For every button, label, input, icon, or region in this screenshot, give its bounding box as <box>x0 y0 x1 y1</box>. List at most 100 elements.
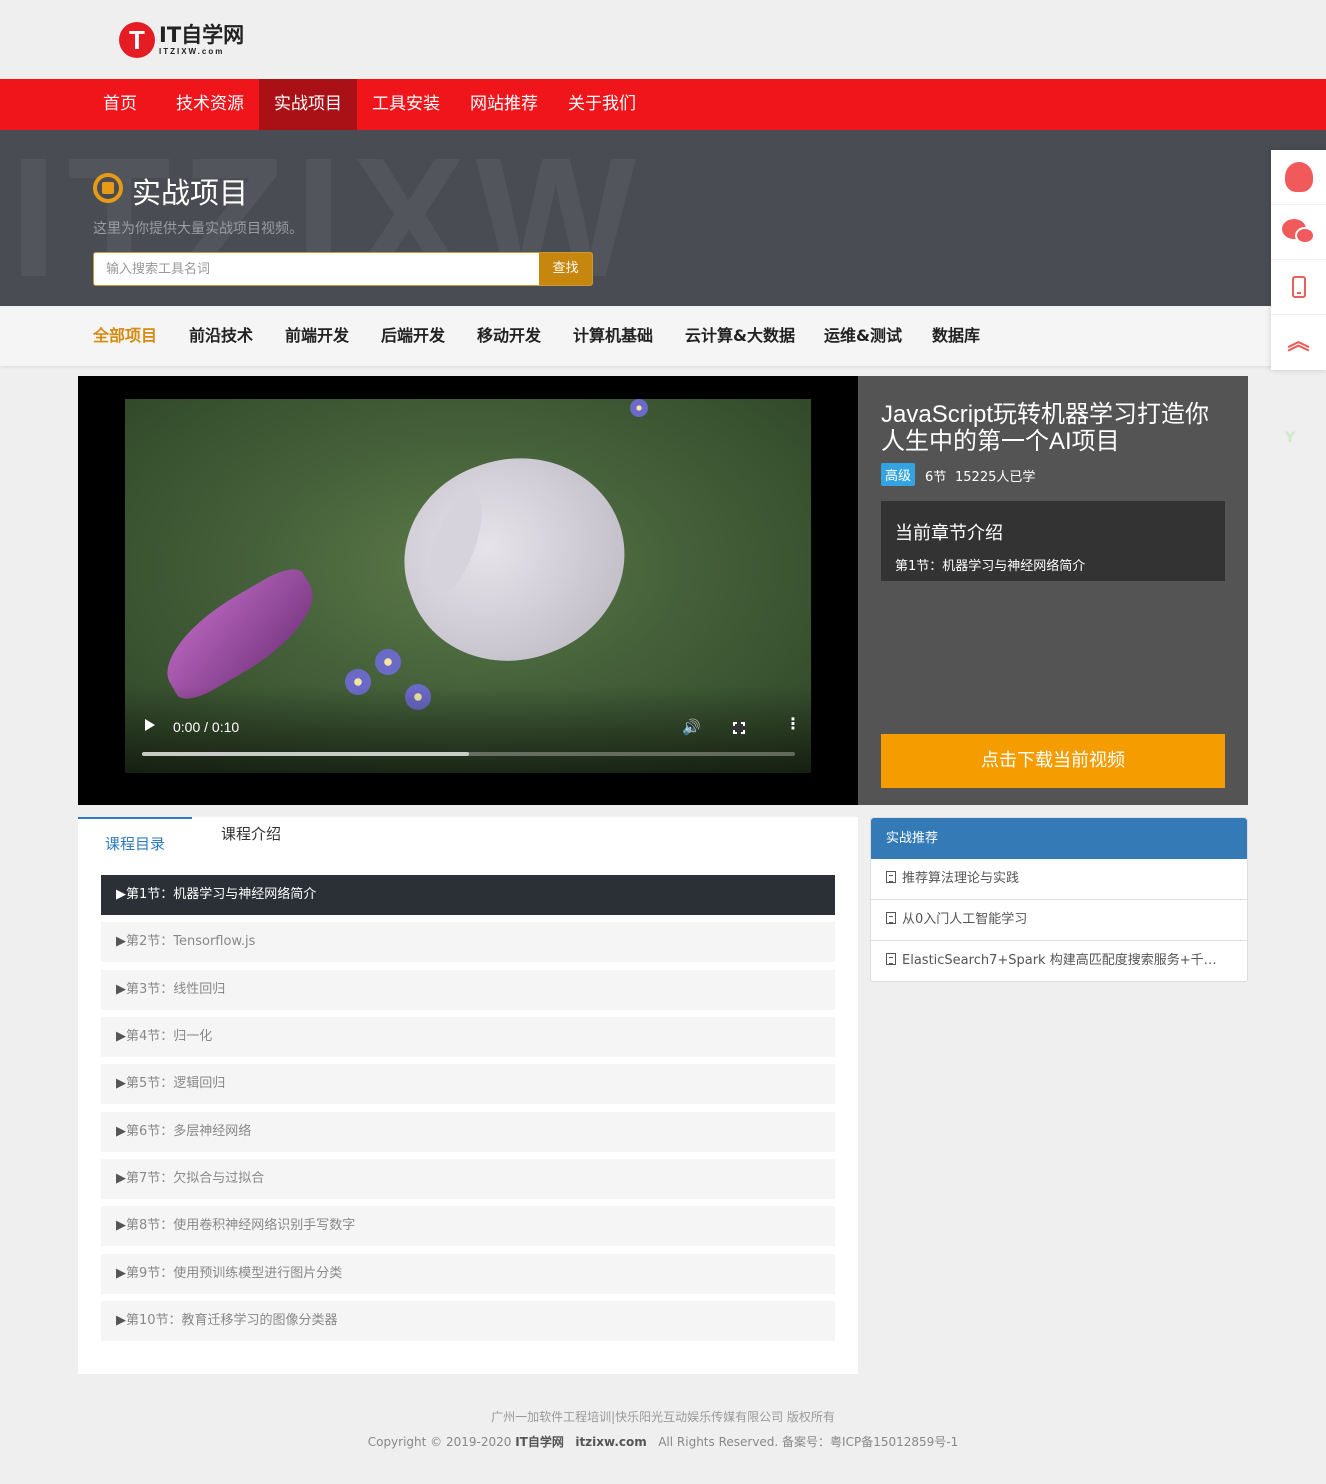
page-subtitle: 这里为你提供大量实战项目视频。 <box>93 221 303 237</box>
video-player[interactable]: 0:00 / 0:10 🔊 ⋮ <box>78 376 858 805</box>
video-progress-bar[interactable] <box>142 752 795 756</box>
category-frontend[interactable]: 前端开发 <box>285 306 349 366</box>
recommend-item[interactable]: 推荐算法理论与实践 <box>871 859 1247 900</box>
chapter-heading: 当前章节介绍 <box>895 523 1003 544</box>
footer-brand[interactable]: IT自学网 <box>515 1435 564 1449</box>
category-bar: 全部项目 前沿技术 前端开发 后端开发 移动开发 计算机基础 云计算&大数据 运… <box>0 306 1326 366</box>
category-database[interactable]: 数据库 <box>932 306 980 366</box>
recommend-panel: 实战推荐 推荐算法理论与实践 从0入门人工智能学习 ElasticSearch7… <box>870 817 1248 982</box>
lesson-label: 第7节：欠拟合与过拟合 <box>126 1171 265 1186</box>
nav-tech-resources[interactable]: 技术资源 <box>161 79 259 130</box>
lesson-label: 第10节：教育迁移学习的图像分类器 <box>126 1313 338 1328</box>
category-ops-testing[interactable]: 运维&测试 <box>824 306 902 366</box>
document-icon <box>886 871 896 883</box>
play-triangle-icon: ▶ <box>116 887 126 902</box>
lesson-item[interactable]: ▶第9节：使用预训练模型进行图片分类 <box>101 1254 835 1294</box>
qq-icon <box>1284 162 1313 192</box>
category-mobile[interactable]: 移动开发 <box>477 306 541 366</box>
nav-home[interactable]: 首页 <box>93 79 147 130</box>
chapter-current: 第1节：机器学习与神经网络简介 <box>895 559 1086 574</box>
page-banner: ITZIXW 实战项目 这里为你提供大量实战项目视频。 查找 <box>0 130 1326 306</box>
play-triangle-icon: ▶ <box>116 1266 126 1281</box>
course-info-panel: JavaScript玩转机器学习打造你人生中的第一个AI项目 高级 6节 152… <box>858 376 1248 805</box>
lesson-label: 第6节：多层神经网络 <box>126 1124 252 1139</box>
video-controls: 0:00 / 0:10 🔊 ⋮ <box>125 686 811 773</box>
course-catalog: 课程目录 课程介绍 ▶第1节：机器学习与神经网络简介 ▶第2节：Tensorfl… <box>78 817 858 1374</box>
play-triangle-icon: ▶ <box>116 982 126 997</box>
back-to-top-button[interactable]: ︽ <box>1271 315 1326 370</box>
learner-count: 15225人已学 <box>955 470 1036 485</box>
volume-icon[interactable]: 🔊 <box>682 718 701 736</box>
lesson-label: 第1节：机器学习与神经网络简介 <box>126 887 317 902</box>
search-button[interactable]: 查找 <box>539 253 592 285</box>
lesson-item[interactable]: ▶第3节：线性回归 <box>101 970 835 1010</box>
play-triangle-icon: ▶ <box>116 1313 126 1328</box>
video-time: 0:00 / 0:10 <box>173 719 240 735</box>
page-title: 实战项目 <box>132 176 249 210</box>
play-triangle-icon: ▶ <box>116 934 126 949</box>
logo-subtitle: ITZIXW.com <box>159 46 225 56</box>
nav-about[interactable]: 关于我们 <box>553 79 651 130</box>
play-triangle-icon: ▶ <box>116 1218 126 1233</box>
nav-projects[interactable]: 实战项目 <box>259 79 357 130</box>
category-all[interactable]: 全部项目 <box>93 306 157 366</box>
side-toolbar: ︽ <box>1271 150 1326 370</box>
lesson-label: 第9节：使用预训练模型进行图片分类 <box>126 1266 343 1281</box>
document-icon <box>886 953 896 965</box>
tab-intro[interactable]: 课程介绍 <box>192 811 310 857</box>
category-backend[interactable]: 后端开发 <box>381 306 445 366</box>
course-player-section: 0:00 / 0:10 🔊 ⋮ JavaScript玩转机器学习打造你人生中的第… <box>78 376 1248 805</box>
nav-site-recommend[interactable]: 网站推荐 <box>455 79 553 130</box>
logo-mark: T <box>119 22 155 58</box>
document-icon <box>886 912 896 924</box>
lesson-label: 第5节：逻辑回归 <box>126 1076 226 1091</box>
top-header: T IT自学网 ITZIXW.com <box>0 0 1326 79</box>
recommend-item-label: 从0入门人工智能学习 <box>902 912 1028 927</box>
download-video-button[interactable]: 点击下载当前视频 <box>881 734 1225 788</box>
recommend-item-label: ElasticSearch7+Spark 构建高匹配度搜索服务+千人千面推荐系统 <box>902 953 1247 968</box>
video-butterfly <box>148 561 332 707</box>
decorative-mark-icon: Y <box>1285 430 1296 446</box>
lesson-item[interactable]: ▶第6节：多层神经网络 <box>101 1112 835 1152</box>
more-icon[interactable]: ⋮ <box>785 716 801 732</box>
course-title: JavaScript玩转机器学习打造你人生中的第一个AI项目 <box>881 401 1210 455</box>
footer-company: 广州一加软件工程培训|快乐阳光互动娱乐传媒有限公司 版权所有 <box>491 1410 835 1424</box>
footer-domain[interactable]: itzixw.com <box>575 1435 646 1449</box>
site-logo[interactable]: T IT自学网 ITZIXW.com <box>119 22 244 58</box>
category-frontier[interactable]: 前沿技术 <box>189 306 253 366</box>
tab-catalog[interactable]: 课程目录 <box>78 817 192 863</box>
fullscreen-icon[interactable] <box>732 721 746 735</box>
phone-icon <box>1291 276 1306 298</box>
lesson-item[interactable]: ▶第2节：Tensorflow.js <box>101 922 835 962</box>
level-badge: 高级 <box>881 463 916 486</box>
main-nav: 首页 技术资源 实战项目 工具安装 网站推荐 关于我们 <box>0 79 1326 130</box>
category-cloud-bigdata[interactable]: 云计算&大数据 <box>685 306 795 366</box>
play-icon[interactable] <box>145 719 155 731</box>
category-cs-basics[interactable]: 计算机基础 <box>573 306 653 366</box>
qq-button[interactable] <box>1271 150 1326 205</box>
play-triangle-icon: ▶ <box>116 1029 126 1044</box>
lesson-label: 第2节：Tensorflow.js <box>126 934 256 949</box>
recommend-item[interactable]: 从0入门人工智能学习 <box>871 900 1247 941</box>
nav-tool-install[interactable]: 工具安装 <box>357 79 455 130</box>
lesson-count: 6节 <box>925 470 947 485</box>
lesson-item[interactable]: ▶第8节：使用卷积神经网络识别手写数字 <box>101 1206 835 1246</box>
phone-button[interactable] <box>1271 260 1326 315</box>
back-to-top-icon: ︽ <box>1287 329 1310 355</box>
video-flower <box>630 399 648 417</box>
lesson-label: 第3节：线性回归 <box>126 982 226 997</box>
lesson-item[interactable]: ▶第7节：欠拟合与过拟合 <box>101 1159 835 1199</box>
current-chapter-box: 当前章节介绍 第1节：机器学习与神经网络简介 <box>881 501 1225 581</box>
recommend-item[interactable]: ElasticSearch7+Spark 构建高匹配度搜索服务+千人千面推荐系统 <box>871 941 1247 982</box>
footer-copyright: Copyright © 2019-2020 IT自学网 itzixw.com A… <box>0 1433 1326 1450</box>
lesson-item[interactable]: ▶第10节：教育迁移学习的图像分类器 <box>101 1301 835 1341</box>
search-input[interactable] <box>94 253 540 285</box>
lesson-label: 第4节：归一化 <box>126 1029 213 1044</box>
lesson-item[interactable]: ▶第4节：归一化 <box>101 1017 835 1057</box>
lesson-item[interactable]: ▶第5节：逻辑回归 <box>101 1064 835 1104</box>
play-triangle-icon: ▶ <box>116 1124 126 1139</box>
footer-copyright-text: Copyright © 2019-2020 <box>367 1435 512 1449</box>
video-bunny <box>377 427 653 691</box>
wechat-button[interactable] <box>1271 205 1326 260</box>
lesson-item[interactable]: ▶第1节：机器学习与神经网络简介 <box>101 875 835 915</box>
